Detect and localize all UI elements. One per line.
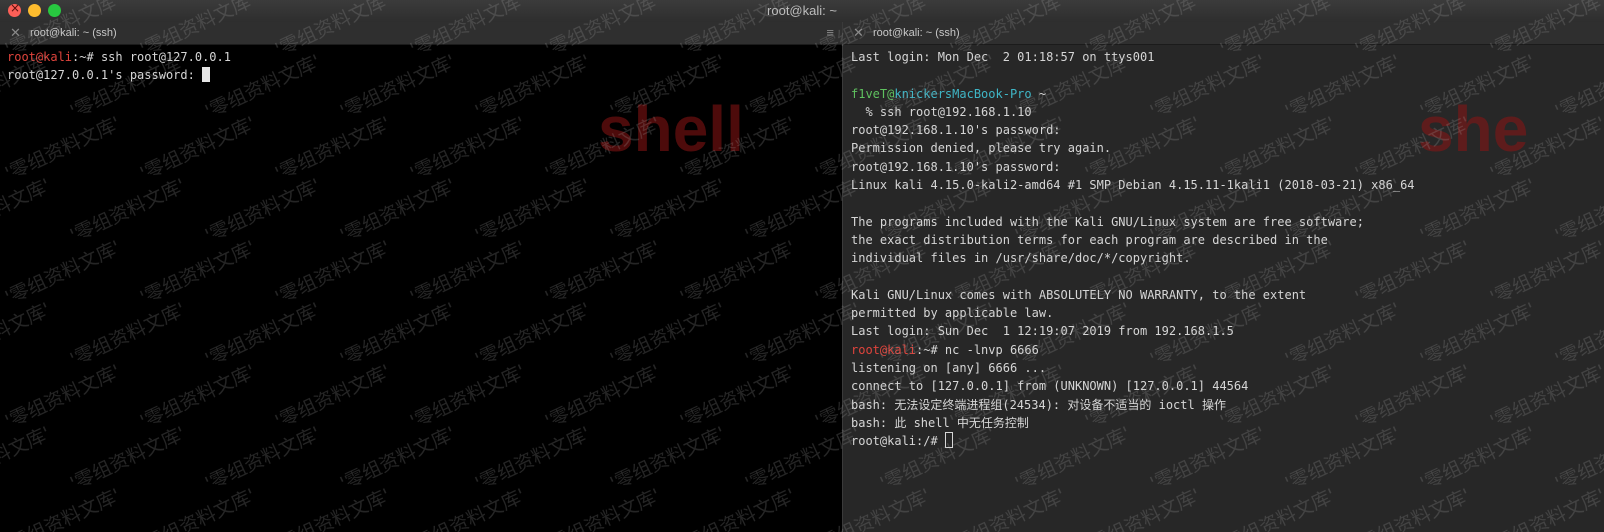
output-line: Last login: Mon Dec 2 01:18:57 on ttys00…: [851, 50, 1155, 64]
mac-prompt-path: ~: [1031, 86, 1047, 101]
prompt-user: root@kali: [851, 342, 917, 357]
close-tab-icon[interactable]: ✕: [853, 25, 864, 41]
prompt-command: :~# nc -lnvp 6666: [916, 342, 1039, 357]
terminal-cursor: [202, 67, 211, 83]
password-prompt: root@127.0.0.1's password:: [7, 68, 203, 83]
left-terminal-pane[interactable]: ✕ root@kali: ~ (ssh) ≡ root@kali:~# ssh …: [0, 22, 842, 532]
output-line: Last login: Sun Dec 1 12:19:07 2019 from…: [851, 324, 1234, 339]
output-line: the exact distribution terms for each pr…: [851, 232, 1328, 247]
output-line: Linux kali 4.15.0-kali2-amd64 #1 SMP Deb…: [851, 178, 1415, 193]
output-line: listening on [any] 6666 ...: [851, 361, 1047, 376]
right-terminal-pane[interactable]: ✕ root@kali: ~ (ssh) Last login: Mon Dec…: [843, 22, 1604, 532]
output-line: Kali GNU/Linux comes with ABSOLUTELY NO …: [851, 287, 1307, 302]
output-line: % ssh root@192.168.1.10: [851, 104, 1032, 119]
command-text: ssh root@127.0.0.1: [100, 50, 231, 64]
window-title: root@kali: ~: [767, 3, 837, 18]
prompt-path: :~#: [72, 50, 101, 64]
left-terminal-output[interactable]: root@kali:~# ssh root@127.0.0.1 root@127…: [0, 45, 842, 85]
mac-prompt-user: f1veT: [851, 86, 888, 101]
prompt-user: root@kali: [7, 50, 73, 64]
terminal-cursor: [944, 432, 953, 449]
close-tab-icon[interactable]: ✕: [10, 25, 21, 41]
output-line: connect to [127.0.0.1] from (UNKNOWN) [1…: [851, 379, 1249, 394]
left-tab-label: root@kali: ~ (ssh): [30, 27, 117, 39]
output-line: Permission denied, please try again.: [851, 141, 1112, 156]
output-line: bash: 无法设定终端进程组(24534): 对设备不适当的 ioctl 操作: [851, 397, 1226, 412]
output-line: root@192.168.1.10's password:: [851, 159, 1061, 174]
output-line: bash: 此 shell 中无任务控制: [851, 415, 1029, 430]
output-line: root@192.168.1.10's password:: [851, 123, 1061, 138]
tab-menu-icon[interactable]: ≡: [826, 25, 834, 40]
mac-prompt-host: knickersMacBook-Pro: [894, 86, 1032, 101]
output-line: The programs included with the Kali GNU/…: [851, 214, 1364, 229]
root-shell-prompt: root@kali:/#: [851, 434, 945, 449]
output-line: permitted by applicable law.: [851, 306, 1054, 321]
right-tab[interactable]: ✕ root@kali: ~ (ssh): [843, 22, 1604, 45]
right-terminal-output[interactable]: Last login: Mon Dec 2 01:18:57 on ttys00…: [843, 45, 1604, 451]
window-titlebar: root@kali: ~: [0, 0, 1604, 23]
left-tab[interactable]: ✕ root@kali: ~ (ssh) ≡: [0, 22, 842, 45]
output-line: individual files in /usr/share/doc/*/cop…: [851, 251, 1191, 266]
right-tab-label: root@kali: ~ (ssh): [873, 27, 960, 39]
